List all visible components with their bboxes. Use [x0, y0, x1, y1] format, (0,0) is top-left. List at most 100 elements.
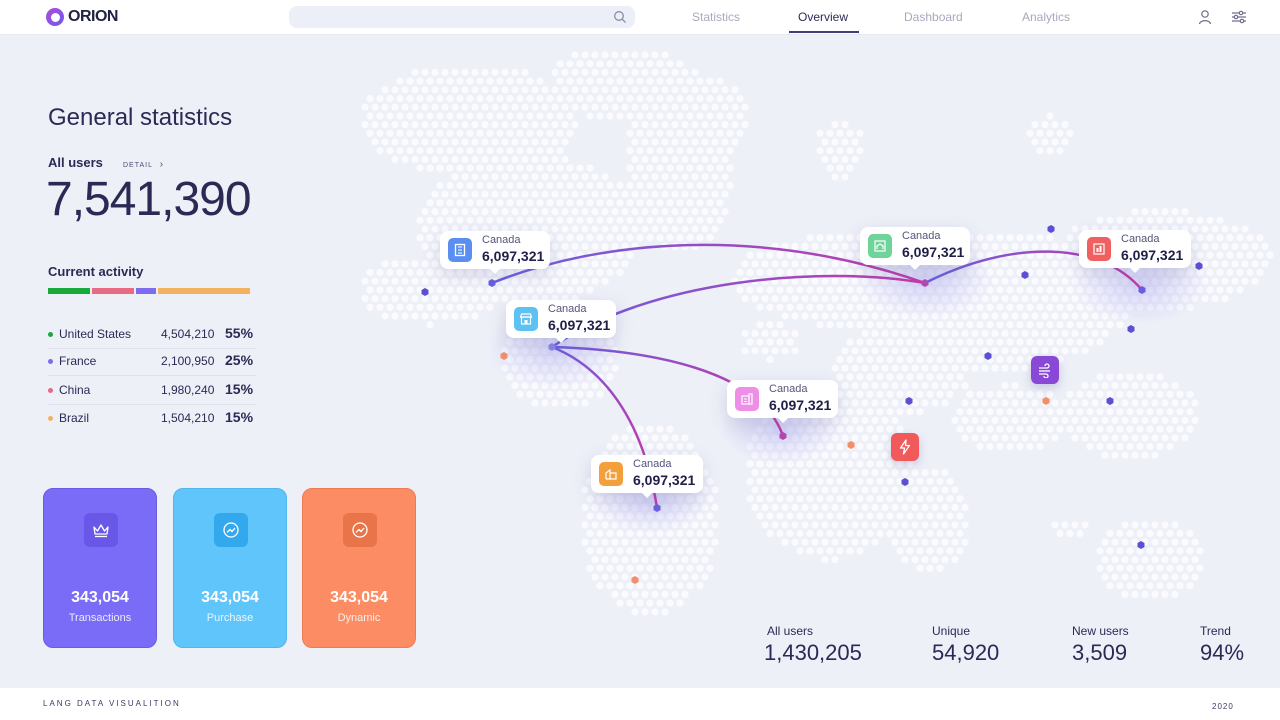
map-dot: [821, 538, 829, 546]
map-dot: [686, 234, 694, 242]
map-dot: [986, 425, 994, 433]
transactions-card[interactable]: 343,054 Transactions: [43, 488, 157, 648]
map-dot: [656, 60, 664, 68]
map-dot: [956, 529, 964, 538]
map-dot: [571, 190, 579, 198]
map-dot: [626, 599, 634, 607]
map-dot: [576, 60, 584, 68]
map-dot: [876, 408, 884, 416]
map-dot: [581, 503, 589, 511]
map-dot: [751, 347, 759, 355]
map-dot: [751, 329, 759, 337]
lightning-icon[interactable]: [891, 433, 919, 461]
map-popup[interactable]: Canada 6,097,321: [727, 380, 838, 423]
map-dot: [416, 94, 424, 103]
map-dot: [731, 138, 739, 146]
map-dot: [826, 234, 834, 242]
map-dot: [541, 138, 549, 146]
building-icon: [735, 387, 759, 411]
map-dot: [1121, 556, 1129, 564]
map-dot: [466, 94, 474, 103]
map-dot: [441, 295, 449, 303]
map-dot: [691, 155, 699, 163]
detail-link[interactable]: DETAIL ›: [123, 159, 164, 170]
map-dot: [726, 112, 734, 120]
map-dot: [846, 495, 854, 503]
map-dot: [936, 355, 944, 364]
map-dot: [491, 295, 499, 303]
map-dot: [816, 234, 824, 242]
country-row[interactable]: Brazil 1,504,210 15%: [48, 406, 256, 432]
map-dot: [856, 390, 864, 398]
map-dot: [866, 355, 874, 364]
map-dot: [466, 164, 474, 172]
map-dot: [1081, 329, 1089, 337]
map-dot: [616, 251, 624, 259]
map-dot: [696, 181, 704, 190]
map-dot: [551, 68, 559, 76]
map-dot: [931, 329, 939, 337]
map-dot: [1071, 260, 1079, 268]
country-row[interactable]: China 1,980,240 15%: [48, 378, 256, 405]
map-dot: [981, 399, 989, 407]
map-dot: [476, 286, 484, 294]
map-dot: [651, 103, 659, 111]
map-dot: [1021, 399, 1029, 407]
map-popup[interactable]: Canada 6,097,321: [506, 300, 616, 343]
map-dot: [681, 138, 689, 146]
map-dot: [676, 77, 684, 85]
map-dot: [1186, 216, 1194, 224]
country-row[interactable]: United States 4,504,210 55%: [48, 322, 256, 349]
map-dot: [846, 147, 854, 155]
map-dot: [781, 521, 789, 529]
map-dot: [706, 512, 714, 520]
map-dot: [471, 86, 479, 94]
map-dot: [381, 260, 389, 268]
map-dot: [476, 199, 484, 207]
map-dot: [841, 173, 849, 181]
legend-dot: [48, 332, 53, 337]
map-dot: [1181, 538, 1189, 546]
map-dot: [856, 373, 864, 381]
map-dot: [701, 521, 709, 529]
map-dot: [496, 199, 504, 207]
map-dot: [831, 469, 839, 477]
map-popup[interactable]: Canada 6,097,321: [440, 231, 550, 274]
map-dot: [871, 416, 879, 424]
map-dot: [1236, 286, 1244, 294]
map-dot: [711, 121, 719, 129]
map-dot: [1196, 216, 1204, 224]
map-dot: [636, 60, 644, 68]
map-dot: [931, 521, 939, 529]
map-popup[interactable]: Canada 6,097,321: [860, 227, 970, 270]
map-dot: [391, 155, 399, 163]
map-dot: [1046, 129, 1054, 137]
map-dot: [861, 399, 869, 407]
map-dot: [571, 225, 579, 233]
country-row[interactable]: France 2,100,950 25%: [48, 349, 256, 376]
map-dot: [706, 216, 714, 224]
map-dot: [901, 347, 909, 355]
map-dot: [991, 242, 999, 250]
map-dot: [791, 538, 799, 546]
map-popup[interactable]: Canada 6,097,321: [1079, 230, 1191, 273]
map-dot: [931, 399, 939, 407]
map-dot: [606, 547, 614, 555]
map-dot: [996, 355, 1004, 364]
map-dot: [506, 164, 514, 172]
map-dot: [906, 390, 914, 398]
map-dot: [451, 277, 459, 285]
map-dot: [1156, 390, 1164, 398]
map-popup[interactable]: Canada 6,097,321: [591, 455, 703, 498]
wind-icon[interactable]: [1031, 356, 1059, 384]
map-dot: [761, 329, 769, 337]
map-dot: [661, 225, 669, 233]
purchase-card[interactable]: 343,054 Purchase: [173, 488, 287, 648]
dynamic-card[interactable]: 343,054 Dynamic: [302, 488, 416, 648]
map-dot: [636, 234, 644, 242]
map-dot: [486, 94, 494, 103]
map-dot: [756, 495, 764, 503]
map-dot: [641, 225, 649, 233]
map-dot: [591, 556, 599, 564]
map-dot: [521, 277, 529, 285]
